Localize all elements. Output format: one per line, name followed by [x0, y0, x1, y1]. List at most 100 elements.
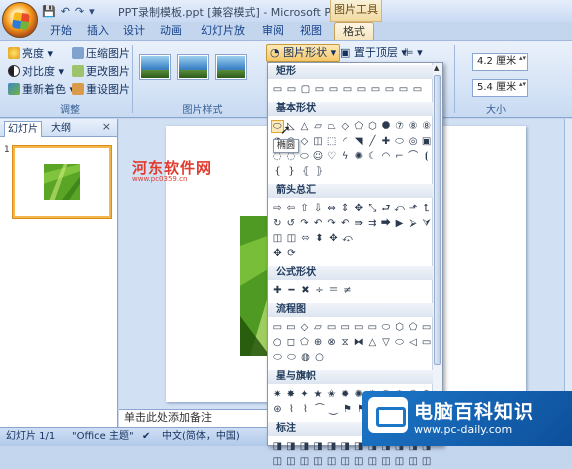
height-input[interactable]: 4.2 厘米	[472, 53, 528, 71]
shape-item[interactable]: ╱	[366, 135, 379, 148]
shape-item[interactable]: ⬍	[313, 232, 326, 245]
shape-item[interactable]: ⇕	[339, 202, 352, 215]
shape-item[interactable]: ⟳	[285, 247, 298, 260]
shape-item[interactable]: ⇧	[298, 202, 311, 215]
shape-item[interactable]: ◜	[339, 135, 352, 148]
shape-item[interactable]: ▱	[312, 120, 325, 133]
shape-item[interactable]: ⌇	[299, 403, 312, 416]
picture-style-1[interactable]	[140, 55, 170, 79]
shape-item[interactable]: ✚	[271, 284, 284, 297]
shape-item[interactable]: ✹	[339, 388, 352, 401]
shape-item[interactable]: ⌒	[407, 150, 420, 163]
shape-item[interactable]: ◫	[312, 455, 325, 468]
shape-item[interactable]: ▭	[420, 321, 433, 334]
shape-item[interactable]: ↶	[339, 217, 352, 230]
shape-item[interactable]: ⬭	[380, 321, 393, 334]
shape-item[interactable]: ⦄	[313, 165, 326, 178]
redo-icon[interactable]: ↷	[75, 5, 84, 18]
shape-item[interactable]: ▭	[355, 83, 368, 96]
shape-item[interactable]: }	[285, 165, 298, 178]
shape-item[interactable]: ⯃	[380, 120, 393, 133]
shape-item[interactable]: ⊗	[325, 336, 338, 349]
shape-item[interactable]: ◇	[298, 135, 311, 148]
shape-item[interactable]: ○	[271, 336, 284, 349]
shape-item[interactable]: ↻	[271, 217, 284, 230]
tab-outline[interactable]: 大纲	[48, 121, 74, 137]
shape-item[interactable]: ◫	[325, 455, 338, 468]
change-picture-button[interactable]: 更改图片	[72, 63, 130, 79]
tab-review[interactable]: 审阅	[258, 22, 288, 40]
shape-item[interactable]: ▭	[420, 336, 433, 349]
shape-item[interactable]: ↷	[298, 217, 311, 230]
shape-item[interactable]: ✥	[352, 202, 365, 215]
shape-item[interactable]: ⑧	[407, 120, 420, 133]
shape-item[interactable]: ◫	[312, 135, 325, 148]
shape-item[interactable]: ✚	[380, 135, 393, 148]
shape-item[interactable]: ◨	[312, 440, 325, 453]
shape-item[interactable]: ⬭	[393, 135, 406, 148]
picture-style-3[interactable]	[216, 55, 246, 79]
shape-item[interactable]: ⮤	[420, 202, 433, 215]
shape-item[interactable]: ✸	[285, 388, 298, 401]
tab-view[interactable]: 视图	[296, 22, 326, 40]
tab-slideshow[interactable]: 幻灯片放映	[197, 22, 249, 55]
shape-item[interactable]: ☺	[312, 150, 325, 163]
shape-item[interactable]: ⬚	[325, 135, 338, 148]
contrast-button[interactable]: 对比度 ▾	[8, 63, 64, 79]
scroll-thumb[interactable]	[434, 75, 441, 365]
shape-item[interactable]: ⊕	[312, 336, 325, 349]
shape-item[interactable]: {	[271, 165, 284, 178]
shape-item[interactable]: ⇦	[285, 202, 298, 215]
shape-item[interactable]: ⤺	[393, 202, 406, 215]
shape-item[interactable]: ⇛	[352, 217, 365, 230]
shape-item[interactable]: ✬	[325, 388, 338, 401]
shape-item[interactable]: ◁	[407, 336, 420, 349]
shape-item[interactable]: ▭	[397, 83, 410, 96]
shape-item[interactable]: ◫	[393, 455, 406, 468]
shape-item[interactable]: ▭	[271, 83, 284, 96]
picture-style-2[interactable]	[178, 55, 208, 79]
brightness-button[interactable]: 亮度 ▾	[8, 45, 53, 61]
shape-item[interactable]: ▭	[352, 321, 365, 334]
shape-item[interactable]: ○	[313, 351, 326, 364]
shape-item[interactable]: ⇨	[271, 202, 284, 215]
shape-item[interactable]: ▭	[313, 83, 326, 96]
shape-item[interactable]: ⬭	[298, 150, 311, 163]
shape-item[interactable]: ◻	[285, 336, 298, 349]
width-input[interactable]: 5.4 厘米	[472, 79, 528, 97]
shape-item[interactable]: ◨	[325, 440, 338, 453]
shape-item[interactable]: ⊛	[271, 403, 284, 416]
recolor-button[interactable]: 重新着色 ▾	[8, 81, 75, 97]
shape-item[interactable]: ≠	[341, 284, 354, 297]
shape-item[interactable]: ϟ	[339, 150, 352, 163]
shape-item[interactable]: ⏝	[327, 403, 340, 416]
tab-insert[interactable]: 插入	[83, 22, 113, 40]
shape-item[interactable]: ◫	[380, 455, 393, 468]
shape-item[interactable]: ▭	[369, 83, 382, 96]
shape-item[interactable]: ▭	[325, 321, 338, 334]
shape-item[interactable]: ⮕	[380, 217, 393, 230]
shape-item[interactable]: ▽	[380, 336, 393, 349]
shape-item[interactable]: ⬡	[366, 120, 379, 133]
vertical-scrollbar[interactable]	[564, 119, 572, 409]
shape-item[interactable]: ▭	[341, 83, 354, 96]
shape-item[interactable]: ◫	[271, 455, 284, 468]
shape-item[interactable]: ⮛	[420, 217, 433, 230]
shape-item[interactable]: ◇	[298, 321, 311, 334]
shape-item[interactable]: ＝	[327, 284, 340, 297]
shape-item[interactable]: ✺	[352, 150, 365, 163]
shape-item[interactable]: ▭	[339, 321, 352, 334]
shape-item[interactable]: ✷	[271, 388, 284, 401]
office-button[interactable]	[2, 2, 38, 38]
shape-item[interactable]: ⌐	[393, 150, 406, 163]
tab-slides[interactable]: 幻灯片	[4, 121, 42, 137]
shape-item[interactable]: ◨	[285, 440, 298, 453]
tab-design[interactable]: 设计	[119, 22, 149, 40]
shape-item[interactable]: ⇉	[366, 217, 379, 230]
shape-item[interactable]: ★	[312, 388, 325, 401]
undo-icon[interactable]: ↶	[61, 5, 70, 18]
shape-item[interactable]: ◫	[285, 455, 298, 468]
shape-item[interactable]: ↷	[325, 217, 338, 230]
shape-item[interactable]: ▭	[383, 83, 396, 96]
shape-item[interactable]: ▭	[285, 83, 298, 96]
